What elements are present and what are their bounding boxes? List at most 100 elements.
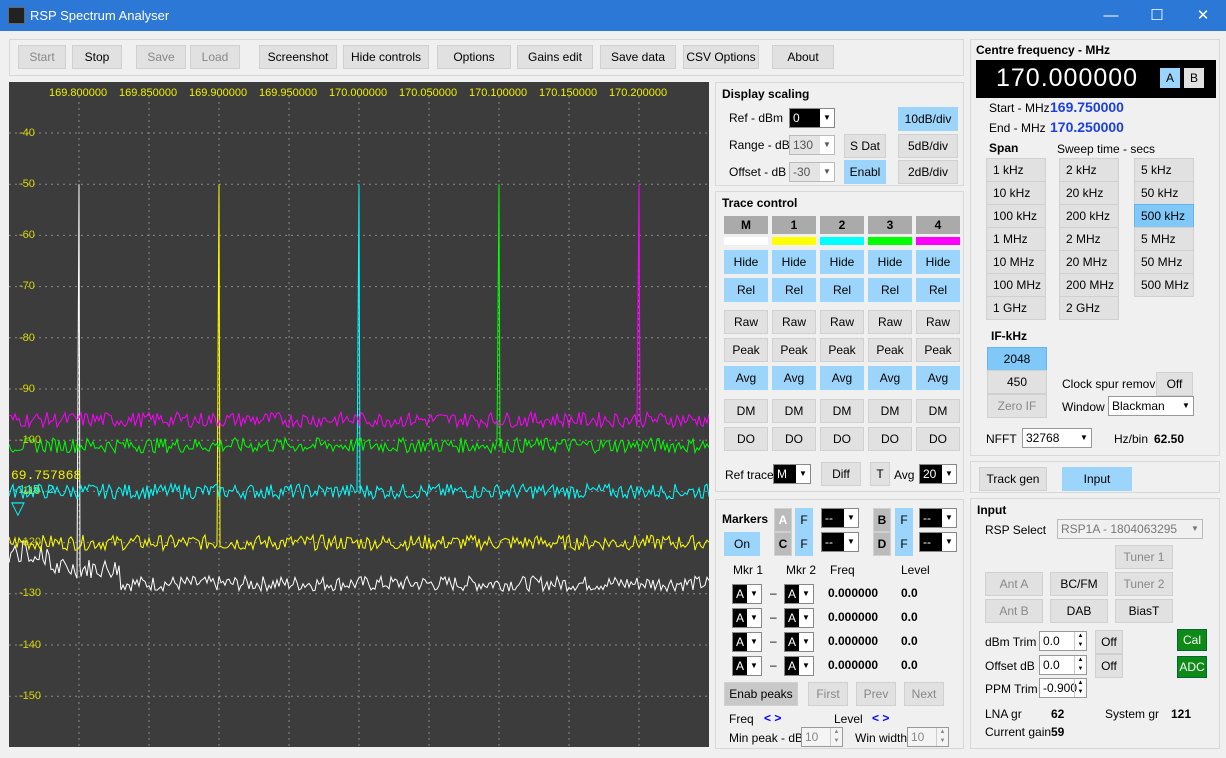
- minimize-button[interactable]: —: [1088, 0, 1134, 31]
- tuner2-button[interactable]: Tuner 2: [1115, 572, 1173, 596]
- start-button[interactable]: Start: [18, 45, 66, 69]
- trace-3-peak-button[interactable]: Peak: [868, 338, 912, 362]
- trace-0-raw-button[interactable]: Raw: [724, 310, 768, 334]
- offset-db-off-button[interactable]: Off: [1095, 654, 1123, 678]
- trace-1-avg-button[interactable]: Avg: [772, 366, 816, 390]
- marker-row-mkr1-combo[interactable]: A ▼: [732, 656, 762, 676]
- diff-button[interactable]: Diff: [821, 462, 861, 486]
- if-2048-button[interactable]: 2048: [987, 347, 1047, 371]
- marker-b-f-button[interactable]: F: [895, 508, 913, 532]
- freq-nav-arrows[interactable]: < >: [764, 711, 781, 725]
- zero-if-button[interactable]: Zero IF: [987, 394, 1047, 418]
- trace-2-avg-button[interactable]: Avg: [820, 366, 864, 390]
- trace-1-rel-button[interactable]: Rel: [772, 278, 816, 302]
- t-button[interactable]: T: [870, 462, 890, 486]
- ant-a-button[interactable]: Ant A: [985, 572, 1043, 596]
- trace-4-dm-button[interactable]: DM: [916, 399, 960, 423]
- trace-3-hide-button[interactable]: Hide: [868, 250, 912, 274]
- stop-button[interactable]: Stop: [72, 45, 122, 69]
- span-button[interactable]: 2 kHz: [1059, 158, 1119, 182]
- tab-input[interactable]: Input: [1062, 467, 1132, 491]
- marker-row-mkr2-combo[interactable]: A ▼: [784, 656, 814, 676]
- cal-button[interactable]: Cal: [1177, 629, 1207, 651]
- trace-2-rel-button[interactable]: Rel: [820, 278, 864, 302]
- ref-combo[interactable]: 0 ▼: [789, 108, 835, 128]
- hide-controls-button[interactable]: Hide controls: [343, 45, 429, 69]
- span-button[interactable]: 5 MHz: [1134, 227, 1194, 251]
- span-button[interactable]: 10 kHz: [986, 181, 1046, 205]
- marker-a-button[interactable]: A: [774, 508, 792, 532]
- enabl-button[interactable]: Enabl: [844, 160, 886, 184]
- trace-1-dm-button[interactable]: DM: [772, 399, 816, 423]
- marker-row-mkr2-combo[interactable]: A ▼: [784, 608, 814, 628]
- marker-row-mkr2-combo[interactable]: A ▼: [784, 584, 814, 604]
- spectrum-plot[interactable]: 169.800000 169.850000 169.900000 169.950…: [9, 82, 709, 747]
- trace-4-hide-button[interactable]: Hide: [916, 250, 960, 274]
- trace-4-header[interactable]: 4: [916, 216, 960, 234]
- biast-button[interactable]: BiasT: [1115, 599, 1173, 623]
- tab-track-gen[interactable]: Track gen: [979, 467, 1047, 491]
- bcfm-button[interactable]: BC/FM: [1050, 572, 1108, 596]
- trace-2-raw-button[interactable]: Raw: [820, 310, 864, 334]
- trace-3-rel-button[interactable]: Rel: [868, 278, 912, 302]
- sdat-button[interactable]: S Dat: [844, 134, 886, 158]
- trace-1-hide-button[interactable]: Hide: [772, 250, 816, 274]
- marker-c-combo[interactable]: -- ▼: [821, 532, 859, 552]
- trace-4-avg-button[interactable]: Avg: [916, 366, 960, 390]
- span-button[interactable]: 500 MHz: [1134, 273, 1194, 297]
- marker-row-mkr1-combo[interactable]: A ▼: [732, 632, 762, 652]
- span-button[interactable]: 500 kHz: [1134, 204, 1194, 228]
- win-width-spinner[interactable]: 10 ▲ ▼: [907, 727, 949, 747]
- save-data-button[interactable]: Save data: [600, 45, 676, 69]
- trace-4-rel-button[interactable]: Rel: [916, 278, 960, 302]
- window-combo[interactable]: Blackman ▼: [1108, 396, 1194, 416]
- marker-row-mkr1-combo[interactable]: A ▼: [732, 584, 762, 604]
- trace-0-header[interactable]: M: [724, 216, 768, 234]
- marker-b-button[interactable]: B: [873, 508, 891, 532]
- trace-1-do-button[interactable]: DO: [772, 427, 816, 451]
- trace-3-header[interactable]: 3: [868, 216, 912, 234]
- trace-0-rel-button[interactable]: Rel: [724, 278, 768, 302]
- vfo-a-button[interactable]: A: [1160, 68, 1180, 88]
- span-button[interactable]: 5 kHz: [1134, 158, 1194, 182]
- marker-row-mkr2-combo[interactable]: A ▼: [784, 632, 814, 652]
- marker-c-f-button[interactable]: F: [795, 532, 813, 556]
- options-button[interactable]: Options: [437, 45, 511, 69]
- 10db-div-button[interactable]: 10dB/div: [898, 107, 958, 131]
- marker-d-button[interactable]: D: [873, 532, 891, 556]
- trace-3-avg-button[interactable]: Avg: [868, 366, 912, 390]
- marker-a-f-button[interactable]: F: [795, 508, 813, 532]
- span-button[interactable]: 1 GHz: [986, 296, 1046, 320]
- span-button[interactable]: 10 MHz: [986, 250, 1046, 274]
- min-peak-spinner[interactable]: 10 ▲ ▼: [801, 727, 843, 747]
- span-button[interactable]: 100 MHz: [986, 273, 1046, 297]
- trace-3-dm-button[interactable]: DM: [868, 399, 912, 423]
- dbm-trim-spinner[interactable]: 0.0 ▲ ▼: [1039, 631, 1087, 651]
- 2db-div-button[interactable]: 2dB/div: [898, 160, 958, 184]
- trace-1-raw-button[interactable]: Raw: [772, 310, 816, 334]
- enab-peaks-button[interactable]: Enab peaks: [724, 682, 798, 706]
- span-button[interactable]: 2 GHz: [1059, 296, 1119, 320]
- trace-2-dm-button[interactable]: DM: [820, 399, 864, 423]
- trace-2-hide-button[interactable]: Hide: [820, 250, 864, 274]
- span-button[interactable]: 50 kHz: [1134, 181, 1194, 205]
- span-button[interactable]: 1 kHz: [986, 158, 1046, 182]
- prev-button[interactable]: Prev: [856, 682, 896, 706]
- span-button[interactable]: 100 kHz: [986, 204, 1046, 228]
- trace-4-peak-button[interactable]: Peak: [916, 338, 960, 362]
- 5db-div-button[interactable]: 5dB/div: [898, 134, 958, 158]
- marker-d-f-button[interactable]: F: [895, 532, 913, 556]
- trace-2-header[interactable]: 2: [820, 216, 864, 234]
- span-button[interactable]: 50 MHz: [1134, 250, 1194, 274]
- trace-3-raw-button[interactable]: Raw: [868, 310, 912, 334]
- rsp-select-combo[interactable]: RSP1A - 1804063295 ▼: [1057, 519, 1203, 539]
- span-button[interactable]: 20 MHz: [1059, 250, 1119, 274]
- dbm-trim-off-button[interactable]: Off: [1095, 630, 1123, 654]
- trace-1-header[interactable]: 1: [772, 216, 816, 234]
- trace-3-do-button[interactable]: DO: [868, 427, 912, 451]
- maximize-button[interactable]: ☐: [1134, 0, 1180, 31]
- tuner1-button[interactable]: Tuner 1: [1115, 545, 1173, 569]
- level-nav-arrows[interactable]: < >: [872, 711, 889, 725]
- adc-button[interactable]: ADC: [1177, 656, 1207, 678]
- range-combo[interactable]: 130 ▼: [789, 135, 835, 155]
